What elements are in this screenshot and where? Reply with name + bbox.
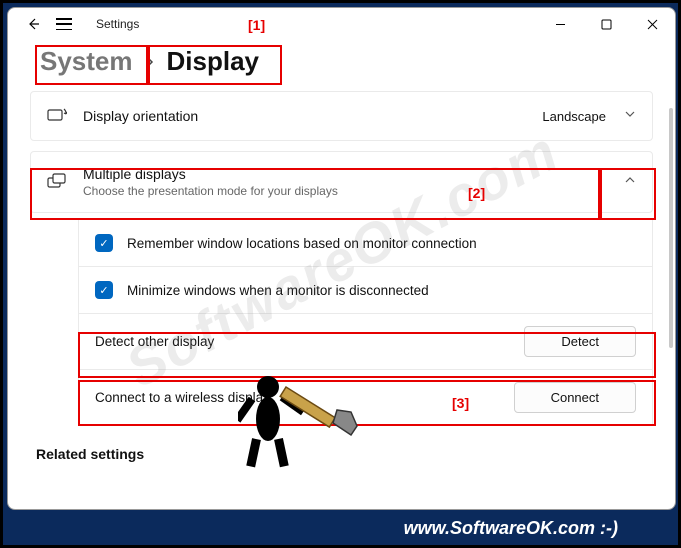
menu-icon[interactable] — [56, 18, 72, 30]
connect-button[interactable]: Connect — [514, 382, 636, 413]
settings-window: Settings System Display — [7, 7, 676, 510]
check-icon: ✓ — [99, 284, 108, 297]
orientation-label: Display orientation — [83, 108, 542, 124]
breadcrumb-current: Display — [163, 46, 264, 77]
detect-display-row: Detect other display Detect — [78, 314, 653, 370]
display-orientation-row[interactable]: Display orientation Landscape — [30, 91, 653, 141]
scrollbar-thumb[interactable] — [669, 108, 673, 348]
orientation-icon — [47, 106, 67, 126]
multiple-displays-subtitle: Choose the presentation mode for your di… — [83, 184, 624, 198]
close-button[interactable] — [629, 8, 675, 40]
minimize-label: Minimize windows when a monitor is disco… — [127, 283, 636, 298]
remember-checkbox[interactable]: ✓ — [95, 234, 113, 252]
remember-label: Remember window locations based on monit… — [127, 236, 636, 251]
detect-label: Detect other display — [95, 334, 214, 349]
breadcrumb: System Display — [8, 40, 675, 91]
titlebar: Settings — [8, 8, 675, 40]
multiple-displays-title: Multiple displays — [83, 166, 624, 182]
back-button[interactable] — [26, 17, 40, 31]
multiple-displays-icon — [47, 172, 67, 192]
connect-label: Connect to a wireless display — [95, 390, 270, 405]
minimize-checkbox[interactable]: ✓ — [95, 281, 113, 299]
check-icon: ✓ — [99, 237, 108, 250]
multiple-displays-expanded: ✓ Remember window locations based on mon… — [30, 219, 653, 426]
chevron-up-icon — [624, 173, 636, 191]
orientation-value[interactable]: Landscape — [542, 109, 612, 124]
footer-text: www.SoftwareOK.com :-) — [404, 518, 618, 539]
connect-wireless-row: Connect to a wireless display Connect — [78, 370, 653, 426]
detect-button[interactable]: Detect — [524, 326, 636, 357]
chevron-right-icon — [145, 54, 155, 70]
chevron-down-icon — [624, 107, 636, 125]
maximize-button[interactable] — [583, 8, 629, 40]
remember-locations-row[interactable]: ✓ Remember window locations based on mon… — [78, 219, 653, 267]
related-settings-heading: Related settings — [8, 432, 675, 476]
minimize-disconnect-row[interactable]: ✓ Minimize windows when a monitor is dis… — [78, 267, 653, 314]
breadcrumb-parent[interactable]: System — [36, 46, 137, 77]
multiple-displays-row[interactable]: Multiple displays Choose the presentatio… — [30, 151, 653, 213]
minimize-button[interactable] — [537, 8, 583, 40]
app-title: Settings — [96, 17, 139, 31]
